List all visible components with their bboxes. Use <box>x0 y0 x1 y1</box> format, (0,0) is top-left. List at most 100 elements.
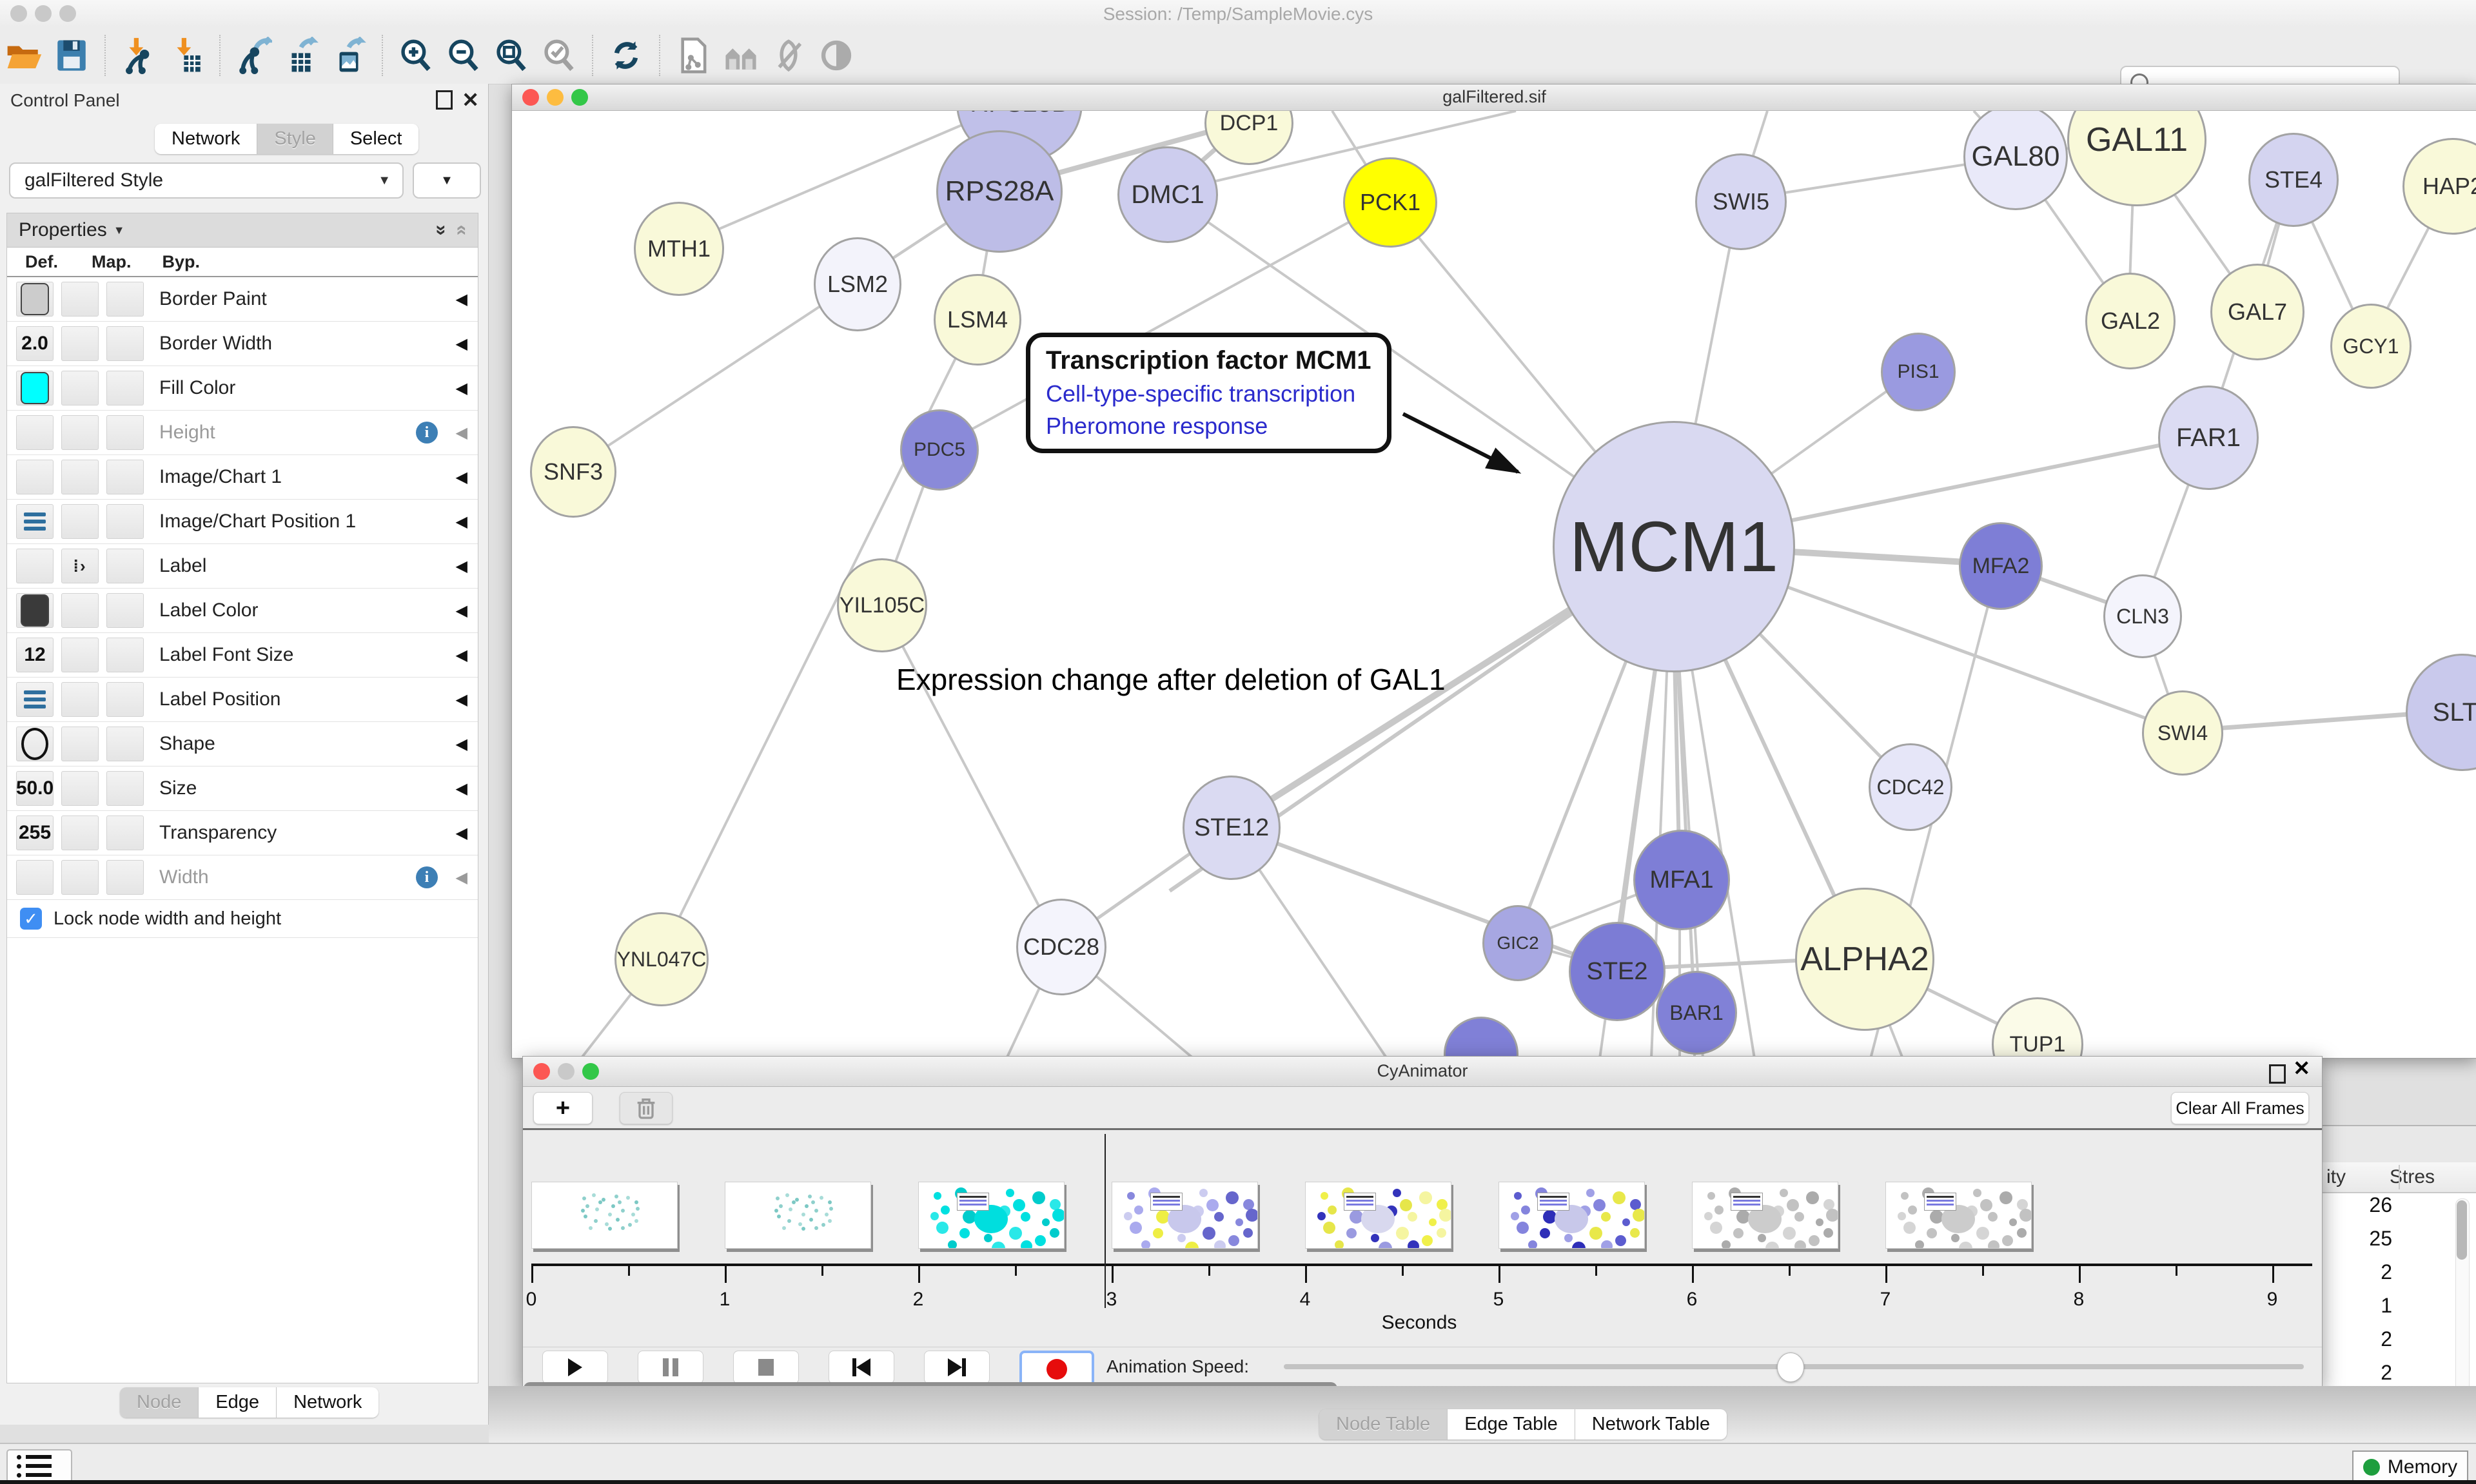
default-value-cell[interactable]: 2.0 <box>16 326 54 361</box>
expand-arrow-icon[interactable]: ◀ <box>456 290 467 309</box>
network-file-icon[interactable] <box>673 35 713 75</box>
mapping-cell[interactable]: ⁞› <box>61 549 99 583</box>
expand-arrow-icon[interactable]: ◀ <box>456 646 467 665</box>
add-frame-button[interactable]: + <box>533 1092 593 1124</box>
bypass-cell[interactable] <box>106 771 144 806</box>
property-row-border-paint[interactable]: Border Paint◀ <box>7 277 478 322</box>
network-node-tup1[interactable]: TUP1 <box>1992 997 2083 1058</box>
expand-arrow-icon[interactable]: ◀ <box>456 690 467 709</box>
annotation-link-2[interactable]: Pheromone response <box>1046 413 1371 440</box>
network-node-mfa2[interactable]: MFA2 <box>1959 522 2043 610</box>
mapping-cell[interactable] <box>61 282 99 317</box>
frame-thumbnail-3[interactable] <box>1112 1182 1258 1249</box>
default-value-cell[interactable]: 255 <box>16 815 54 850</box>
network-node-lsm4[interactable]: LSM4 <box>934 274 1021 366</box>
network-node-hap2[interactable]: HAP2 <box>2402 138 2476 235</box>
column-stress[interactable]: Stres <box>2390 1166 2435 1188</box>
properties-header[interactable]: Properties ▼ »« <box>7 213 478 248</box>
float-panel-icon[interactable] <box>436 90 453 110</box>
annotation-link-1[interactable]: Cell-type-specific transcription <box>1046 380 1371 407</box>
default-value-cell[interactable]: 12 <box>16 638 54 672</box>
bypass-cell[interactable] <box>106 460 144 494</box>
info-icon[interactable]: i <box>416 422 438 444</box>
mapping-cell[interactable] <box>61 415 99 450</box>
property-row-width[interactable]: Widthi◀ <box>7 855 478 900</box>
property-row-label-font-size[interactable]: 12Label Font Size◀ <box>7 633 478 678</box>
tab-network[interactable]: Network <box>155 124 257 154</box>
hide-icon[interactable] <box>769 35 809 75</box>
bypass-cell[interactable] <box>106 815 144 850</box>
frame-thumbnail-5[interactable] <box>1498 1182 1645 1249</box>
tab-node[interactable]: Node <box>120 1387 199 1418</box>
network-node-mcm1[interactable]: MCM1 <box>1553 421 1795 672</box>
mapping-cell[interactable] <box>61 371 99 405</box>
bypass-cell[interactable] <box>106 682 144 717</box>
network-node-gcy1[interactable]: GCY1 <box>2330 304 2412 389</box>
bypass-cell[interactable] <box>106 727 144 761</box>
network-node-gal2[interactable]: GAL2 <box>2085 273 2176 369</box>
network-node-mth1[interactable]: MTH1 <box>634 202 724 296</box>
expand-arrow-icon[interactable]: ◀ <box>456 379 467 398</box>
expand-arrow-icon[interactable]: ◀ <box>456 779 467 798</box>
default-value-cell[interactable] <box>16 682 54 717</box>
property-row-label-position[interactable]: Label Position◀ <box>7 678 478 722</box>
tab-edge[interactable]: Edge <box>199 1387 277 1418</box>
bypass-cell[interactable] <box>106 638 144 672</box>
default-value-cell[interactable] <box>16 415 54 450</box>
expand-arrow-icon[interactable]: ◀ <box>456 513 467 531</box>
property-row-border-width[interactable]: 2.0Border Width◀ <box>7 322 478 366</box>
mapping-cell[interactable] <box>61 460 99 494</box>
network-node-mfa1[interactable]: MFA1 <box>1633 830 1730 930</box>
network-node-alpha2[interactable]: ALPHA2 <box>1795 888 1934 1031</box>
bypass-cell[interactable] <box>106 326 144 361</box>
cyanimator-timeline[interactable]: 0123456789 Seconds <box>523 1130 2322 1347</box>
expand-arrow-icon[interactable]: ◀ <box>456 424 467 442</box>
default-value-cell[interactable] <box>16 860 54 895</box>
float-panel-icon[interactable] <box>2269 1064 2286 1084</box>
bypass-cell[interactable] <box>106 860 144 895</box>
zoom-fit-icon[interactable] <box>491 35 531 75</box>
frame-thumbnail-1[interactable] <box>725 1182 871 1249</box>
tab-network-table[interactable]: Network Table <box>1575 1409 1727 1440</box>
property-row-label[interactable]: ⁞›Label◀ <box>7 544 478 589</box>
expand-arrow-icon[interactable]: ◀ <box>456 335 467 353</box>
network-node-snf3[interactable]: SNF3 <box>530 426 616 518</box>
network-node-gal7[interactable]: GAL7 <box>2210 264 2304 360</box>
table-vertical-scrollbar[interactable] <box>2455 1198 2470 1393</box>
zoom-selected-icon[interactable] <box>539 35 579 75</box>
expand-arrow-icon[interactable]: ◀ <box>456 868 467 887</box>
import-table-icon[interactable] <box>166 35 206 75</box>
frame-thumbnail-0[interactable] <box>531 1182 678 1249</box>
bypass-cell[interactable] <box>106 415 144 450</box>
bypass-cell[interactable] <box>106 282 144 317</box>
lens-icon[interactable] <box>816 35 856 75</box>
column-ity[interactable]: ity <box>2326 1166 2346 1188</box>
frame-thumbnail-4[interactable] <box>1305 1182 1451 1249</box>
collapse-all-icon[interactable]: « <box>451 225 473 236</box>
delete-frame-button[interactable] <box>620 1092 673 1124</box>
network-node-dcp1[interactable]: DCP1 <box>1204 111 1293 165</box>
style-options-button[interactable]: ▼ <box>413 162 481 199</box>
export-table-icon[interactable] <box>281 35 321 75</box>
frame-thumbnail-6[interactable] <box>1692 1182 1838 1249</box>
style-selector[interactable]: galFiltered Style ▼ <box>9 162 404 199</box>
mapping-cell[interactable] <box>61 326 99 361</box>
network-node-pdc5[interactable]: PDC5 <box>900 409 979 491</box>
bypass-cell[interactable] <box>106 593 144 628</box>
network-node-slt2[interactable]: SLT2 <box>2406 654 2476 771</box>
property-row-height[interactable]: Heighti◀ <box>7 411 478 455</box>
memory-button[interactable]: Memory <box>2352 1450 2468 1484</box>
default-value-cell[interactable] <box>16 282 54 317</box>
frame-thumbnail-7[interactable] <box>1885 1182 2032 1249</box>
bypass-cell[interactable] <box>106 371 144 405</box>
network-node-cdc42[interactable]: CDC42 <box>1869 743 1952 831</box>
pause-button[interactable] <box>638 1351 703 1384</box>
default-value-cell[interactable] <box>16 593 54 628</box>
import-network-icon[interactable] <box>119 35 159 75</box>
property-row-image-chart-1[interactable]: Image/Chart 1◀ <box>7 455 478 500</box>
network-node-dmc1[interactable]: DMC1 <box>1117 146 1218 243</box>
network-node-lsm2[interactable]: LSM2 <box>814 237 901 331</box>
export-image-icon[interactable] <box>329 35 369 75</box>
mapping-cell[interactable] <box>61 771 99 806</box>
network-node-partial[interactable] <box>1444 1017 1518 1058</box>
